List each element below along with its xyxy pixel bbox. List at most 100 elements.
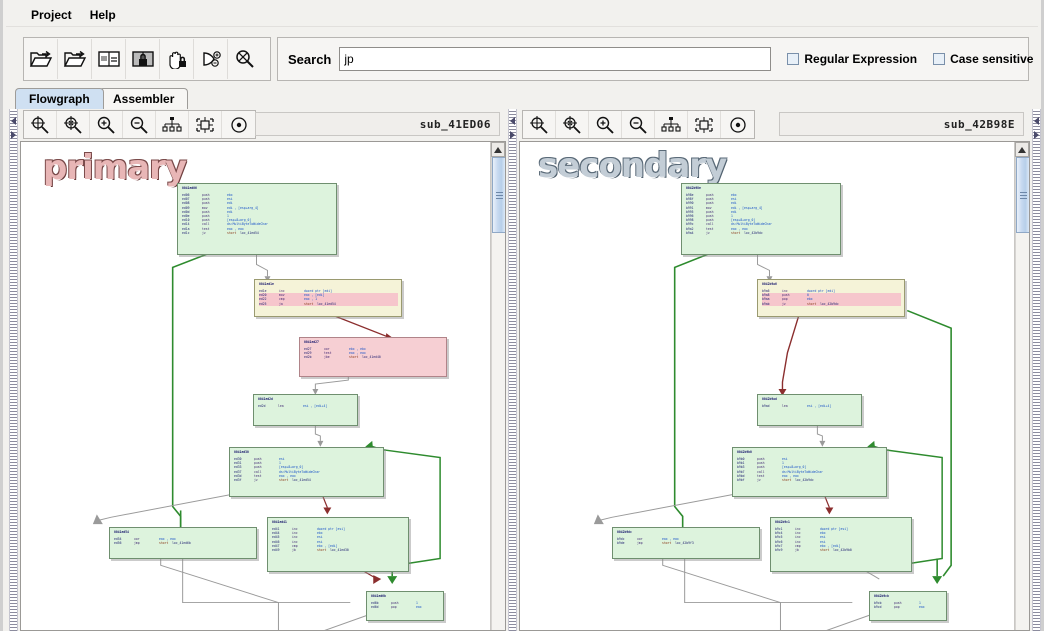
basic-block-node[interactable]: 0041ed54 ed54 xor eax , eax ed56 jmp short loc… [109,527,257,559]
instruction-row[interactable]: b9c9 jb short loc_42b9b0 [775,548,908,552]
zoom-in-icon[interactable] [90,111,123,138]
scroll-thumb[interactable] [492,157,505,233]
basic-block-address: 0042b9ad [762,397,777,401]
instruction-row[interactable]: b9ab jz short loc_42b9dc [762,301,901,306]
primary-watermark: primary [43,148,187,188]
instruction-row[interactable]: ed2d lea esi , [edi+4] [258,404,354,408]
instruction-row[interactable]: ed49 jb short loc_41ed30 [272,548,405,552]
divider-expand-center-icon[interactable] [510,131,515,139]
tab-assembler[interactable]: Assembler [99,88,189,109]
instruction-row[interactable]: ed2b jbe short loc_41ed40 [304,355,443,359]
instruction-mnemonic: jmp [637,541,643,546]
center-node-icon[interactable] [222,111,255,138]
basic-block-node[interactable]: 0042b9ad b9ad lea esi , [edi+4] [757,394,862,426]
split-divider-left[interactable] [9,109,18,631]
instruction-row[interactable]: b9bf jz short loc_42b9dc [737,478,883,482]
basic-block-address: 0042b9c1 [775,520,790,524]
zoom-out-icon[interactable] [622,111,655,138]
instruction-operands: esi , [edi+4] [807,404,832,408]
instruction-operands: short loc_42b9b0 [820,548,852,553]
instruction-row[interactable]: ed25 ja short loc_41ed54 [259,301,398,306]
zoom-out-icon[interactable] [123,111,156,138]
instruction-row[interactable]: ed1c jz short loc_41ed54 [182,231,333,235]
eye-zoom-icon[interactable] [194,39,228,79]
menu-item-project[interactable]: Project [22,6,81,24]
divider-collapse-center-icon[interactable] [510,117,515,125]
split-view-icon[interactable] [92,39,126,79]
divider-collapse-right-icon[interactable] [1034,117,1039,125]
basic-block-node[interactable]: 0041ed1e ed1e inc dword ptr [edi] ed20 mov eax… [254,279,402,317]
scroll-thumb[interactable] [1016,157,1029,233]
divider-collapse-left-icon[interactable] [11,117,16,125]
basic-block-node[interactable]: 0042b9c1 b9c1 inc dword ptr [esi] b9c4 inc ebx… [770,517,912,572]
instruction-address: ed49 [272,548,280,553]
instruction-row[interactable]: ed56 jmp short loc_41ed6b [114,541,253,545]
instruction-mnemonic: jb [795,548,799,553]
secondary-vertical-scrollbar[interactable] [1014,142,1029,630]
zoom-selection-icon[interactable] [523,111,556,138]
instruction-row[interactable]: b9a4 jz short loc_42b9dc [686,231,837,235]
instruction-row[interactable]: b9cd pop eax [874,605,943,609]
basic-block-node[interactable]: 0041ed6b ed6b push 1 ed6d pop eax [366,591,444,621]
regular-expression-checkbox[interactable]: Regular Expression [787,52,917,66]
basic-block-node[interactable]: 0041ed41 ed41 inc dword ptr [esi] ed44 inc ebx… [267,517,409,572]
fit-graph-icon[interactable] [688,111,721,138]
primary-vertical-scrollbar[interactable] [490,142,505,630]
primary-graph-canvas[interactable]: primary 0041ed06 ed06 push ebx ed07 push esi ed… [21,142,490,630]
instruction-row[interactable]: b9ad lea esi , [edi+4] [762,404,858,408]
fit-graph-icon[interactable] [189,111,222,138]
secondary-graph-pane: sub_42B98E secondary 0042b98e b98e push ebx… [519,109,1030,631]
basic-block-address: 0041ed06 [182,186,197,190]
basic-block-address: 0041ed27 [304,340,319,344]
instruction-operands: eax [416,605,422,610]
zoom-in-icon[interactable] [589,111,622,138]
open-diff-icon[interactable] [58,39,92,79]
basic-block-node[interactable]: 0042b9cb b9cb push 1 b9cd pop eax [869,591,947,621]
fit-hierarchy-icon[interactable] [156,111,189,138]
instruction-address: b9de [617,541,625,546]
checkbox-box[interactable] [787,53,800,65]
open-project-icon[interactable] [24,39,58,79]
scroll-up-button[interactable] [491,142,505,157]
split-view-lock-icon[interactable] [126,39,160,79]
tab-flowgraph[interactable]: Flowgraph [15,88,104,109]
checkbox-box[interactable] [933,53,946,65]
basic-block-node[interactable]: 0041ed2d ed2d lea esi , [edi+4] [253,394,358,426]
basic-block-address: 0041ed2d [258,397,273,401]
instruction-row[interactable]: ed3f jz short loc_41ed54 [234,478,380,482]
divider-expand-left-icon[interactable] [11,131,16,139]
secondary-graph-canvas[interactable]: secondary 0042b98e b98e push ebx b98f push esi… [520,142,1014,630]
hand-lock-icon[interactable] [160,39,194,79]
instruction-mnemonic: jz [757,478,761,483]
magnifier-x-icon[interactable] [228,39,262,79]
basic-block-node[interactable]: 0041ed06 ed06 push ebx ed07 push esi ed08 push ed… [177,183,337,255]
zoom-selected-nodes-icon[interactable] [57,111,90,138]
main-toolbar: Search Regular Expression Case sensitive [15,33,1033,87]
scroll-up-button[interactable] [1015,142,1029,157]
instruction-row[interactable]: b9de jmp short loc_42b9f3 [617,541,756,545]
instruction-row[interactable]: ed6d pop eax [371,605,440,609]
basic-block-node[interactable]: 0042b9a6 b9a6 inc dword ptr [edi] b9a8 push 0 b… [757,279,905,317]
basic-block-node[interactable]: 0041ed27 ed27 xor ebx , ebx ed29 test eax , ea… [299,337,447,377]
divider-expand-right-icon[interactable] [1034,131,1039,139]
fit-hierarchy-icon[interactable] [655,111,688,138]
basic-block-node[interactable]: 0042b9b0 b9b0 push esi b9b1 push 1 b9b3 push [esp… [732,447,887,497]
zoom-selection-icon[interactable] [24,111,57,138]
split-divider-right[interactable] [1032,109,1041,631]
center-node-icon[interactable] [721,111,754,138]
scroll-track[interactable] [1015,157,1029,630]
case-sensitive-checkbox[interactable]: Case sensitive [933,52,1033,66]
split-divider-center[interactable] [508,109,517,631]
instruction-operands: short loc_42b9f3 [662,541,694,546]
instruction-address: ed6d [371,605,379,610]
basic-block-node[interactable]: 0042b9dc b9dc xor eax , eax b9de jmp short loc… [612,527,760,559]
primary-graph-toolbar: sub_41ED06 [20,109,506,141]
menu-item-help[interactable]: Help [81,6,125,24]
instruction-mnemonic: pop [391,605,397,610]
basic-block-node[interactable]: 0041ed30 ed30 push esi ed31 push 1 ed33 push [esp… [229,447,384,497]
basic-block-node[interactable]: 0042b98e b98e push ebx b98f push esi b990 push ed… [681,183,841,255]
search-input[interactable] [339,47,772,71]
scroll-track[interactable] [491,157,505,630]
zoom-selected-nodes-icon[interactable] [556,111,589,138]
scroll-grip-icon [1020,191,1027,199]
